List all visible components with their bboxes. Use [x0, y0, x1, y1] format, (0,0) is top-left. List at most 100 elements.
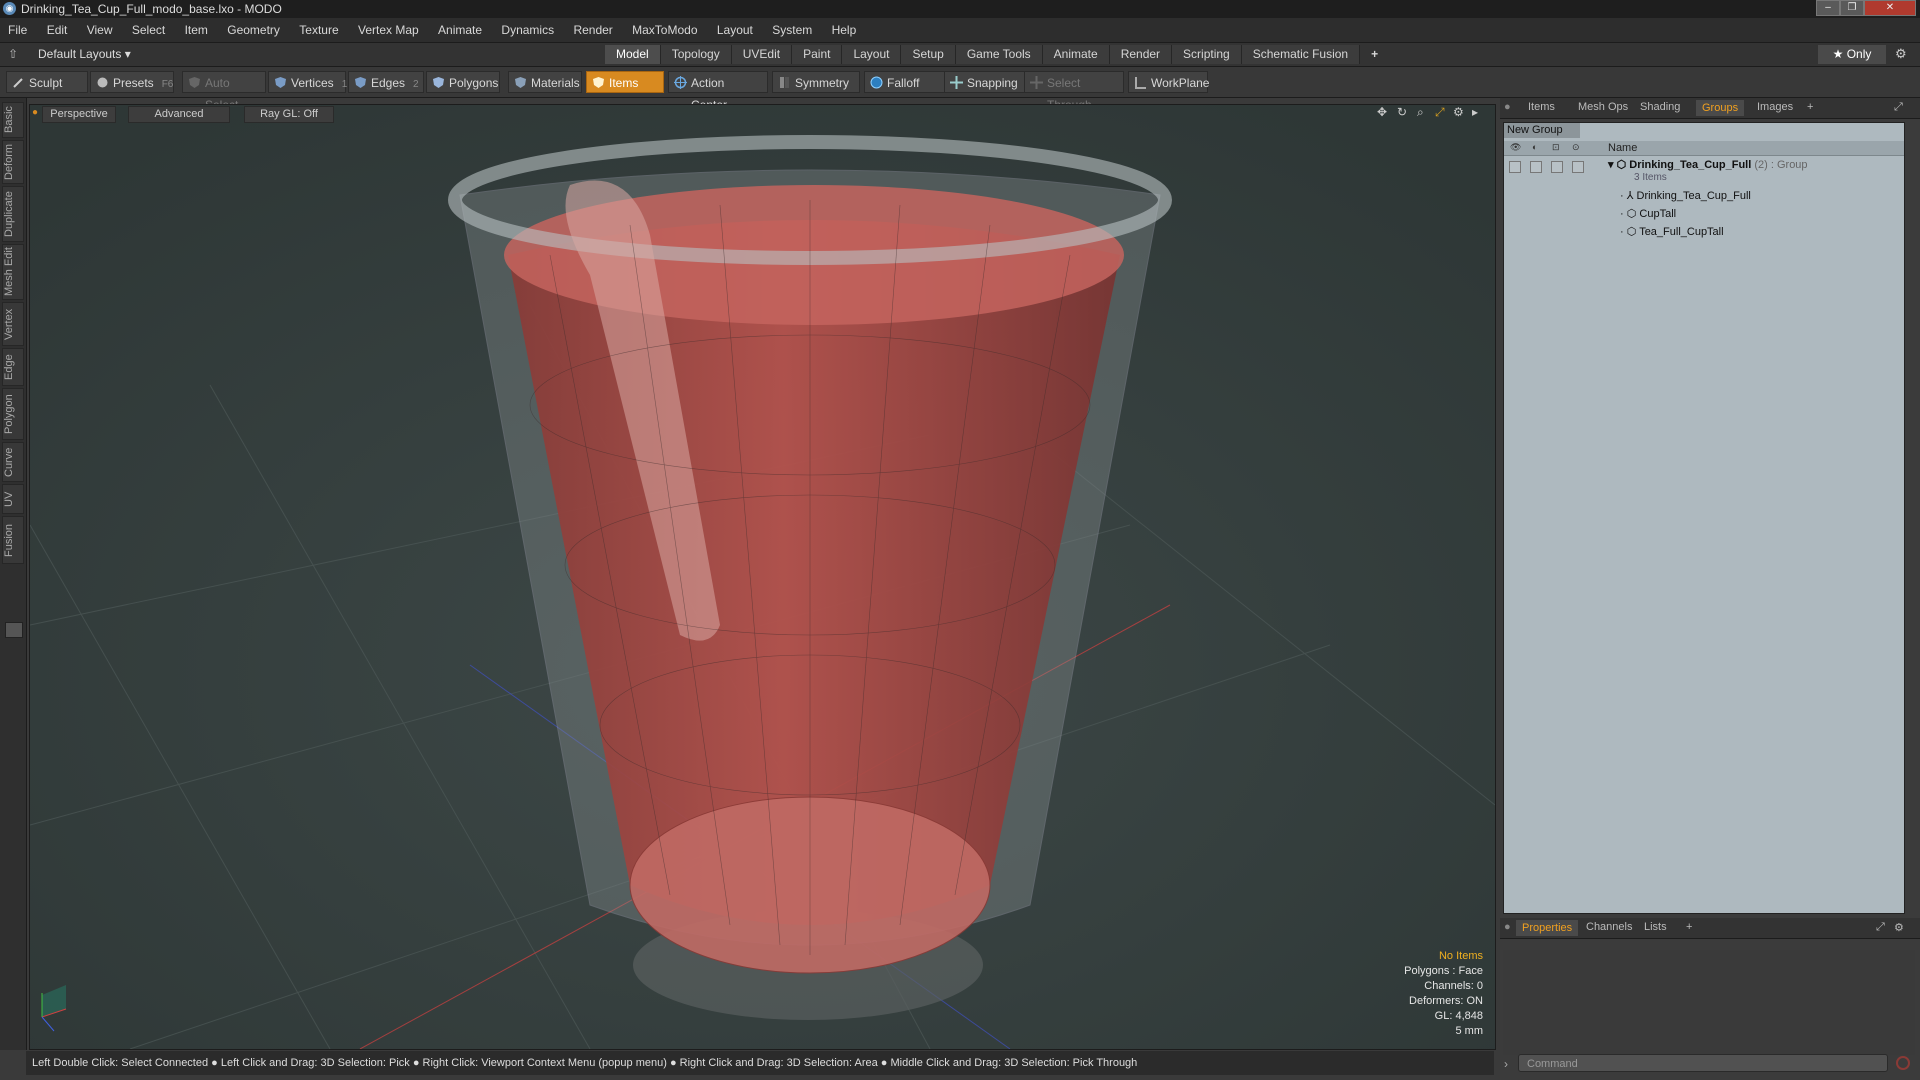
group-row[interactable]: ▾ ⬡ Drinking_Tea_Cup_Full (2) : Group — [1608, 158, 1808, 171]
group-lock-toggle[interactable] — [1551, 161, 1563, 173]
tree-item-drinking-tea-cup-full[interactable]: · ⅄ Drinking_Tea_Cup_Full — [1620, 189, 1751, 202]
menu-system[interactable]: System — [764, 18, 820, 42]
move-view-icon[interactable]: ✥ — [1377, 105, 1387, 119]
symmetry-button[interactable]: Symmetry — [772, 71, 860, 93]
raygl-toggle[interactable]: Ray GL: Off — [244, 106, 334, 123]
select-column-icon[interactable]: ⊙ — [1572, 142, 1580, 153]
tab-vertex[interactable]: Vertex — [2, 302, 24, 346]
minimize-button[interactable]: – — [1816, 0, 1840, 16]
add-tab-button[interactable]: + — [1360, 45, 1389, 64]
panel-expand-icon[interactable]: ⤢ — [1894, 101, 1903, 114]
edges-button[interactable]: Edges 2 — [348, 71, 424, 93]
strip-toggle-button[interactable] — [5, 622, 23, 638]
tab-duplicate[interactable]: Duplicate — [2, 186, 24, 242]
record-icon[interactable] — [1896, 1056, 1910, 1070]
tab-curve[interactable]: Curve — [2, 442, 24, 482]
viewport-expand-icon[interactable]: ▸ — [1472, 105, 1478, 119]
command-input[interactable]: Command — [1518, 1054, 1888, 1072]
tab-mesh-ops[interactable]: Mesh Ops — [1578, 101, 1628, 113]
tab-basic[interactable]: Basic — [2, 102, 24, 138]
rotate-view-icon[interactable]: ↻ — [1397, 105, 1407, 119]
workplane-button[interactable]: WorkPlane — [1128, 71, 1209, 93]
menu-select[interactable]: Select — [124, 18, 173, 42]
tab-edge[interactable]: Edge — [2, 348, 24, 386]
maximize-button[interactable]: ❐ — [1840, 0, 1864, 16]
falloff-button[interactable]: Falloff — [864, 71, 946, 93]
group-render-toggle[interactable] — [1530, 161, 1542, 173]
menu-vertex-map[interactable]: Vertex Map — [350, 18, 427, 42]
lock-column-icon[interactable]: ⊡ — [1552, 142, 1560, 153]
tab-schematic-fusion[interactable]: Schematic Fusion — [1241, 45, 1361, 64]
menu-layout[interactable]: Layout — [709, 18, 761, 42]
viewport-settings-icon[interactable]: ⚙ — [1453, 105, 1464, 119]
select-through-button[interactable]: Select Through — [1024, 71, 1124, 112]
menu-texture[interactable]: Texture — [291, 18, 346, 42]
tab-lists[interactable]: Lists — [1644, 921, 1667, 933]
only-toggle[interactable]: ★ Only — [1818, 45, 1886, 64]
menu-animate[interactable]: Animate — [430, 18, 490, 42]
tab-properties[interactable]: Properties — [1516, 920, 1579, 936]
tab-animate[interactable]: Animate — [1042, 45, 1110, 64]
tab-images[interactable]: Images — [1757, 101, 1793, 113]
polygons-button[interactable]: Polygons — [426, 71, 500, 93]
menu-item[interactable]: Item — [177, 18, 216, 42]
tab-mesh-edit[interactable]: Mesh Edit — [2, 244, 24, 300]
items-button[interactable]: Items — [586, 71, 664, 93]
viewport-menu-icon[interactable]: ● — [32, 107, 38, 118]
menu-render[interactable]: Render — [565, 18, 620, 42]
tab-uvedit[interactable]: UVEdit — [731, 45, 793, 64]
tab-setup[interactable]: Setup — [901, 45, 956, 64]
menu-dynamics[interactable]: Dynamics — [493, 18, 562, 42]
tab-model[interactable]: Model — [605, 45, 661, 64]
materials-button[interactable]: Materials — [508, 71, 582, 93]
sculpt-button[interactable]: Sculpt — [6, 71, 88, 93]
vertices-button[interactable]: Vertices 1 — [268, 71, 347, 93]
new-group-button[interactable]: New Group — [1504, 123, 1580, 138]
default-layouts-dropdown[interactable]: Default Layouts ▾ — [38, 47, 131, 61]
action-center-button[interactable]: Action Center — [668, 71, 768, 112]
properties-gear-icon[interactable]: ⚙ — [1894, 921, 1904, 934]
tab-polygon[interactable]: Polygon — [2, 388, 24, 440]
tab-render[interactable]: Render — [1109, 45, 1173, 64]
close-button[interactable]: ✕ — [1864, 0, 1916, 16]
group-visibility-toggle[interactable] — [1509, 161, 1521, 173]
group-select-toggle[interactable] — [1572, 161, 1584, 173]
tab-groups[interactable]: Groups — [1696, 100, 1745, 116]
tab-paint[interactable]: Paint — [792, 45, 843, 64]
tab-layout[interactable]: Layout — [842, 45, 902, 64]
menu-view[interactable]: View — [79, 18, 121, 42]
tab-scripting[interactable]: Scripting — [1172, 45, 1242, 64]
menu-maxtomodo[interactable]: MaxToModo — [624, 18, 705, 42]
shading-mode-dropdown[interactable]: Advanced — [128, 106, 230, 123]
properties-pin-icon[interactable]: ● — [1504, 921, 1511, 933]
tab-shading[interactable]: Shading — [1640, 101, 1680, 113]
gear-icon[interactable]: ⚙ — [1895, 46, 1907, 62]
auto-select-button[interactable]: Auto Select — [182, 71, 266, 112]
menu-edit[interactable]: Edit — [39, 18, 76, 42]
tree-item-cuptall[interactable]: · ⬡ CupTall — [1620, 207, 1676, 220]
tree-item-tea-full-cuptall[interactable]: · ⬡ Tea_Full_CupTall — [1620, 225, 1724, 238]
zoom-view-icon[interactable]: ⌕ — [1417, 105, 1424, 120]
tab-deform[interactable]: Deform — [2, 140, 24, 184]
view-mode-dropdown[interactable]: Perspective — [42, 106, 116, 123]
3d-viewport[interactable]: ● Perspective Advanced Ray GL: Off ✥ ↻ ⌕… — [29, 104, 1496, 1050]
tab-game-tools[interactable]: Game Tools — [955, 45, 1043, 64]
panel-pin-icon[interactable]: ● — [1504, 101, 1511, 113]
add-panel-tab-button[interactable]: + — [1807, 101, 1813, 113]
fit-view-icon[interactable]: ⤢ — [1435, 105, 1445, 120]
menu-file[interactable]: File — [0, 18, 35, 42]
tab-channels[interactable]: Channels — [1586, 921, 1632, 933]
tab-fusion[interactable]: Fusion — [2, 516, 24, 564]
tab-topology[interactable]: Topology — [660, 45, 732, 64]
visibility-column-icon[interactable]: 👁 — [1510, 142, 1521, 153]
tab-items[interactable]: Items — [1528, 101, 1555, 113]
presets-button[interactable]: Presets F6 — [90, 71, 174, 93]
menu-geometry[interactable]: Geometry — [219, 18, 288, 42]
render-column-icon[interactable]: ◐ — [1532, 142, 1537, 152]
snapping-button[interactable]: Snapping — [944, 71, 1026, 93]
tab-uv[interactable]: UV — [2, 484, 24, 514]
add-properties-tab-button[interactable]: + — [1686, 921, 1692, 933]
layout-pin-icon[interactable]: ⇧ — [8, 47, 18, 61]
properties-expand-icon[interactable]: ⤢ — [1876, 921, 1885, 934]
menu-help[interactable]: Help — [824, 18, 865, 42]
